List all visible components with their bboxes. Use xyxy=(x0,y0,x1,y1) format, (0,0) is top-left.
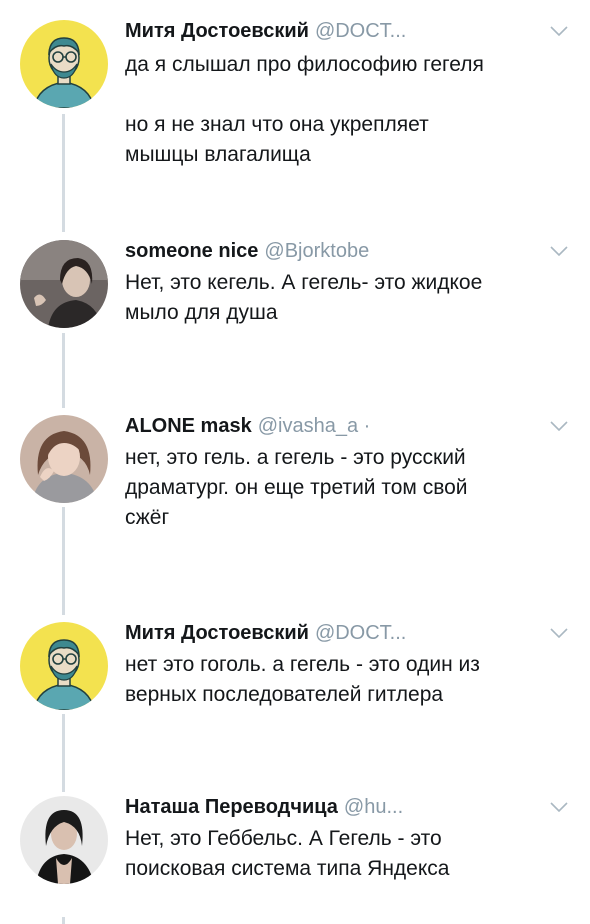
chevron-down-icon[interactable] xyxy=(550,246,568,256)
tweet-text: нет, это гель. а гегель - это русский др… xyxy=(125,446,468,529)
tweet-text: да я слышал про философию гегеля но я не… xyxy=(125,53,484,166)
chevron-down-icon[interactable] xyxy=(550,421,568,431)
author-handle[interactable]: @DOCT... xyxy=(315,622,406,644)
tweet-text: нет это гоголь. а гегель - это один из в… xyxy=(125,653,480,706)
tweet[interactable]: Наташа Переводчица @hu... Нет, это Геббел… xyxy=(0,776,590,924)
author-name[interactable]: Митя Достоевский xyxy=(125,622,309,644)
author-handle[interactable]: @hu... xyxy=(344,796,403,818)
avatar[interactable] xyxy=(20,415,108,503)
tweet[interactable]: ALONE mask @ivasha_a · нет, это гель. а г… xyxy=(0,395,590,595)
tweet[interactable]: Митя Достоевский @DOCT... да я слышал про… xyxy=(0,0,590,200)
avatar-photo-woman-icon xyxy=(20,240,108,328)
author-handle[interactable]: @ivasha_a · xyxy=(258,415,371,437)
avatar-illustrated-man-icon xyxy=(20,20,108,108)
avatar[interactable] xyxy=(20,796,108,884)
author-name[interactable]: ALONE mask xyxy=(125,415,252,437)
chevron-down-icon[interactable] xyxy=(550,628,568,638)
avatar[interactable] xyxy=(20,622,108,710)
avatar-photo-girl-icon xyxy=(20,415,108,503)
author-name[interactable]: Наташа Переводчица xyxy=(125,796,338,818)
tweet-text: Нет, это кегель. А гегель- это жидкое мы… xyxy=(125,271,483,324)
author-handle[interactable]: @DOCT... xyxy=(315,20,406,42)
chevron-down-icon[interactable] xyxy=(550,802,568,812)
avatar-illustrated-man-icon xyxy=(20,622,108,710)
tweet-text: Нет, это Геббельс. А Гегель - это поиско… xyxy=(125,827,450,880)
avatar[interactable] xyxy=(20,20,108,108)
author-handle[interactable]: @Bjorktobe xyxy=(264,240,369,262)
chevron-down-icon[interactable] xyxy=(550,26,568,36)
tweet[interactable]: someone nice @Bjorktobe Нет, это кегель. … xyxy=(0,220,590,380)
author-name[interactable]: someone nice xyxy=(125,240,258,262)
author-name[interactable]: Митя Достоевский xyxy=(125,20,309,42)
avatar-photo-woman-dark-icon xyxy=(20,796,108,884)
tweet[interactable]: Митя Достоевский @DOCT... нет это гоголь.… xyxy=(0,602,590,762)
avatar[interactable] xyxy=(20,240,108,328)
